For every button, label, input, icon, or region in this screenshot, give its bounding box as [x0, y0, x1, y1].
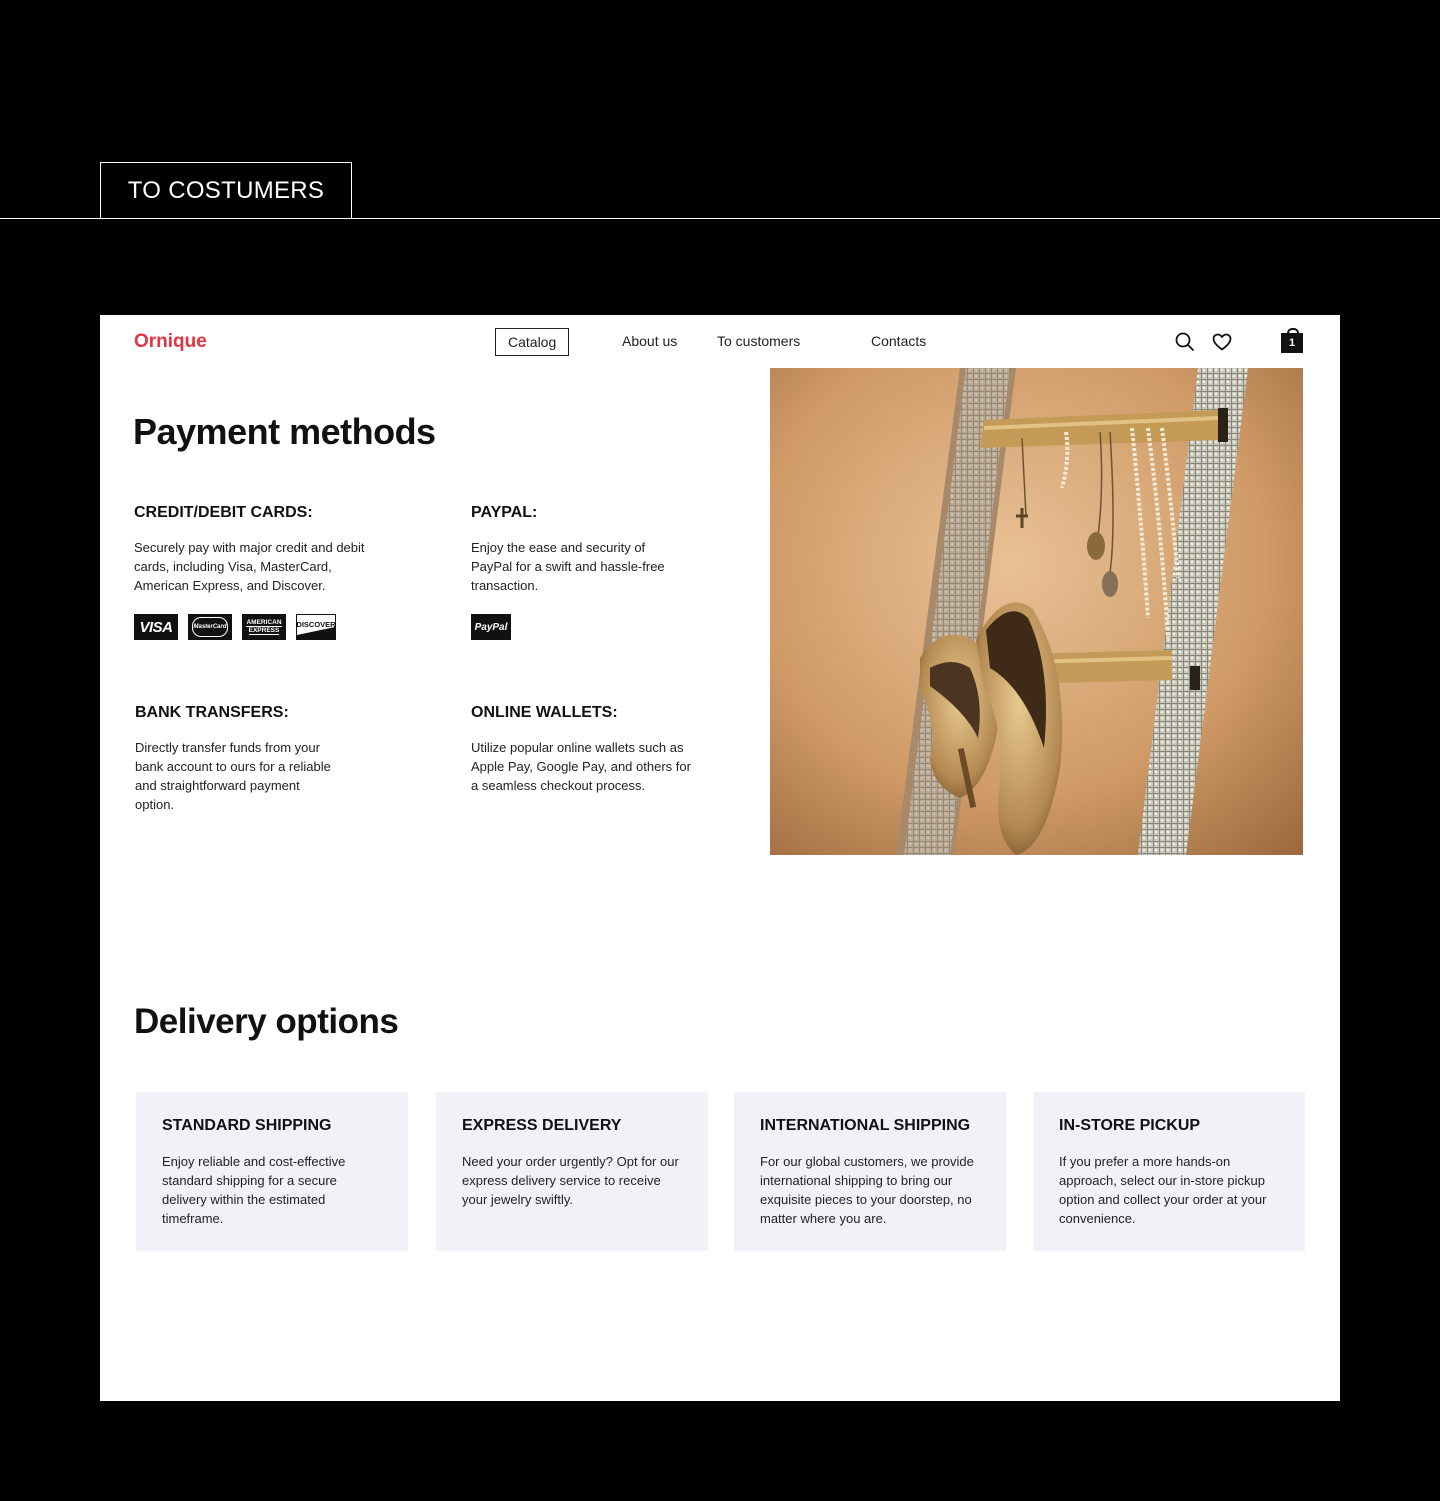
delivery-options-title: Delivery options [134, 1002, 399, 1041]
hero-image-shoes-jewelry [770, 368, 1303, 855]
payment-method-paypal: PAYPAL: Enjoy the ease and security of P… [471, 504, 671, 595]
section-title-tab: TO COSTUMERS [100, 162, 352, 219]
search-icon[interactable] [1174, 331, 1196, 353]
mastercard-logo: MasterCard [188, 614, 232, 640]
brand-logo[interactable]: Ornique [134, 331, 207, 353]
payment-method-title: ONLINE WALLETS: [471, 704, 618, 721]
payment-methods-title: Payment methods [133, 411, 436, 452]
amex-logo: AMERICAN EXPRESS [242, 614, 286, 640]
discover-logo: DISCOVER [296, 614, 336, 640]
delivery-card-text: Need your order urgently? Opt for our ex… [462, 1154, 679, 1207]
payment-method-text: Enjoy the ease and security of PayPal fo… [471, 540, 665, 593]
mastercard-ring: MasterCard [192, 617, 228, 637]
payment-method-title: BANK TRANSFERS: [135, 704, 289, 721]
delivery-card-text: Enjoy reliable and cost-effective standa… [162, 1154, 346, 1226]
delivery-card-title: STANDARD SHIPPING [162, 1117, 332, 1134]
delivery-card-international-shipping: INTERNATIONAL SHIPPING For our global cu… [734, 1092, 1006, 1251]
delivery-card-title: INTERNATIONAL SHIPPING [760, 1117, 971, 1134]
nav-about-us[interactable]: About us [622, 328, 677, 355]
paypal-logo: PayPal [471, 614, 511, 640]
payment-method-cards: CREDIT/DEBIT CARDS: Securely pay with ma… [134, 504, 379, 595]
discover-band [297, 626, 335, 639]
section-divider [0, 218, 1440, 219]
cart-count-badge: 1 [1281, 333, 1303, 353]
payment-method-text: Securely pay with major credit and debit… [134, 540, 365, 593]
delivery-card-text: For our global customers, we provide int… [760, 1154, 974, 1226]
payment-method-text: Utilize popular online wallets such as A… [471, 740, 691, 793]
heart-icon[interactable] [1211, 331, 1233, 353]
nav-contacts[interactable]: Contacts [871, 328, 926, 355]
card-logos: VISA MasterCard AMERICAN EXPRESS DISCOVE… [134, 614, 336, 640]
website-frame: Ornique Catalog About us To customers Co… [100, 315, 1340, 1401]
payment-method-online-wallets: ONLINE WALLETS: Utilize popular online w… [471, 704, 699, 795]
delivery-card-text: If you prefer a more hands-on approach, … [1059, 1154, 1267, 1226]
amex-line-1: AMERICAN [246, 619, 282, 627]
cart-icon[interactable]: 1 [1281, 328, 1303, 353]
delivery-card-title: IN-STORE PICKUP [1059, 1117, 1201, 1134]
delivery-card-title: EXPRESS DELIVERY [462, 1117, 622, 1134]
payment-method-bank-transfers: BANK TRANSFERS: Directly transfer funds … [135, 704, 335, 814]
nav-to-customers[interactable]: To customers [717, 328, 800, 355]
discover-text: DISCOVER [296, 619, 336, 629]
visa-logo: VISA [134, 614, 178, 640]
payment-method-text: Directly transfer funds from your bank a… [135, 740, 331, 812]
nav-catalog[interactable]: Catalog [495, 328, 570, 356]
payment-method-title: PAYPAL: [471, 504, 538, 521]
amex-line-2: EXPRESS [248, 627, 280, 635]
delivery-card-standard-shipping: STANDARD SHIPPING Enjoy reliable and cos… [136, 1092, 408, 1251]
payment-method-title: CREDIT/DEBIT CARDS: [134, 504, 313, 521]
delivery-card-in-store-pickup: IN-STORE PICKUP If you prefer a more han… [1033, 1092, 1305, 1251]
delivery-card-express-delivery: EXPRESS DELIVERY Need your order urgentl… [436, 1092, 708, 1251]
